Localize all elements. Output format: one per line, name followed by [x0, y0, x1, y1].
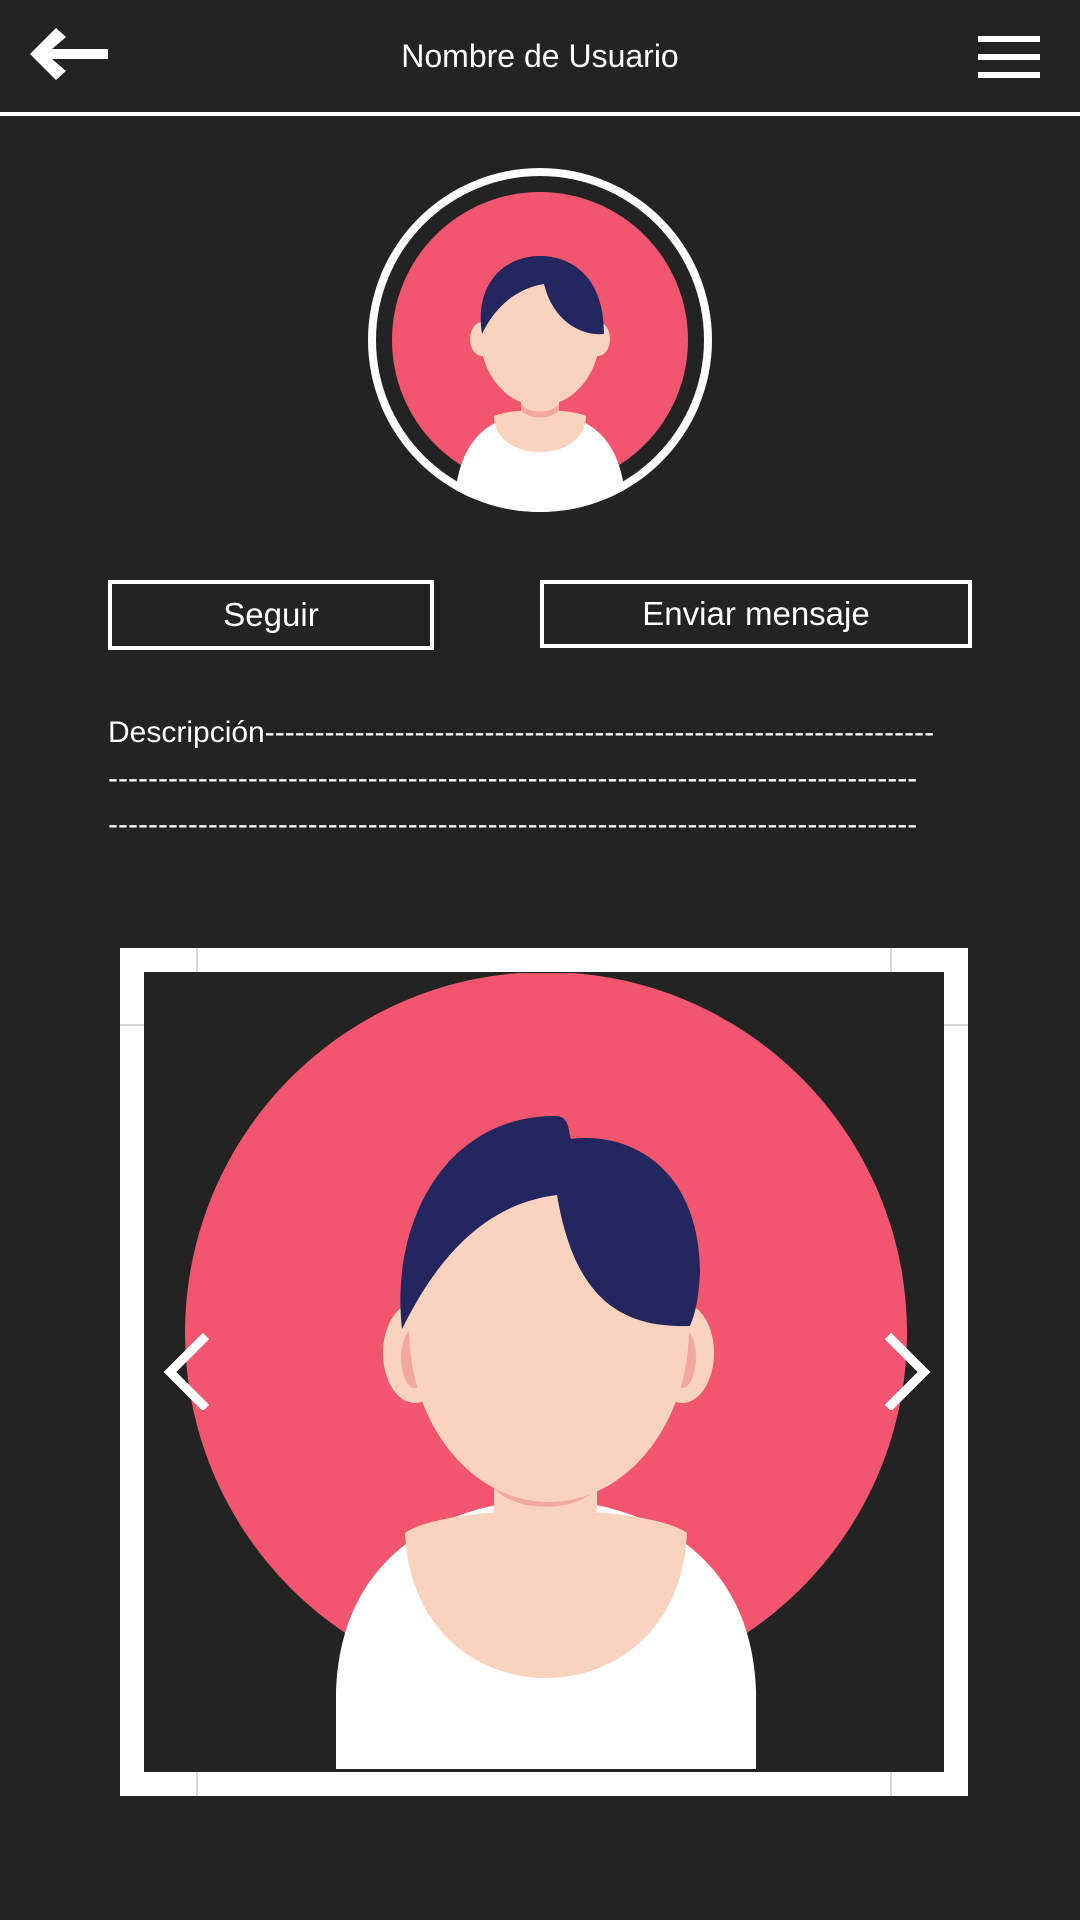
user-avatar-illustration	[368, 168, 712, 512]
header-divider	[0, 112, 1080, 116]
top-bar: Nombre de Usuario	[0, 0, 1080, 112]
profile-description: Descripción-----------------------------…	[108, 710, 988, 848]
page-title: Nombre de Usuario	[401, 38, 679, 74]
frame-guide	[196, 948, 198, 972]
menu-button[interactable]	[976, 34, 1042, 82]
description-line: Descripción-----------------------------…	[108, 716, 935, 749]
profile-screen: Nombre de Usuario Seguir Enviar mensaje …	[0, 0, 1080, 1920]
gallery-prev-button[interactable]	[160, 1330, 220, 1412]
gallery-photo[interactable]	[145, 973, 941, 1769]
chevron-left-icon	[163, 1332, 210, 1412]
user-avatar-illustration	[145, 973, 941, 1769]
chevron-right-icon	[884, 1332, 931, 1412]
frame-guide	[196, 1772, 198, 1796]
send-message-button[interactable]: Enviar mensaje	[540, 580, 972, 648]
frame-guide	[120, 1024, 144, 1026]
frame-guide	[890, 948, 892, 972]
gallery-next-button[interactable]	[874, 1330, 934, 1412]
description-line: ----------------------------------------…	[108, 808, 918, 841]
frame-guide	[890, 1772, 892, 1796]
follow-button[interactable]: Seguir	[108, 580, 434, 650]
profile-avatar[interactable]	[364, 164, 716, 516]
description-line: ----------------------------------------…	[108, 762, 918, 795]
frame-guide	[944, 1024, 968, 1026]
hamburger-menu-icon	[978, 36, 1040, 78]
